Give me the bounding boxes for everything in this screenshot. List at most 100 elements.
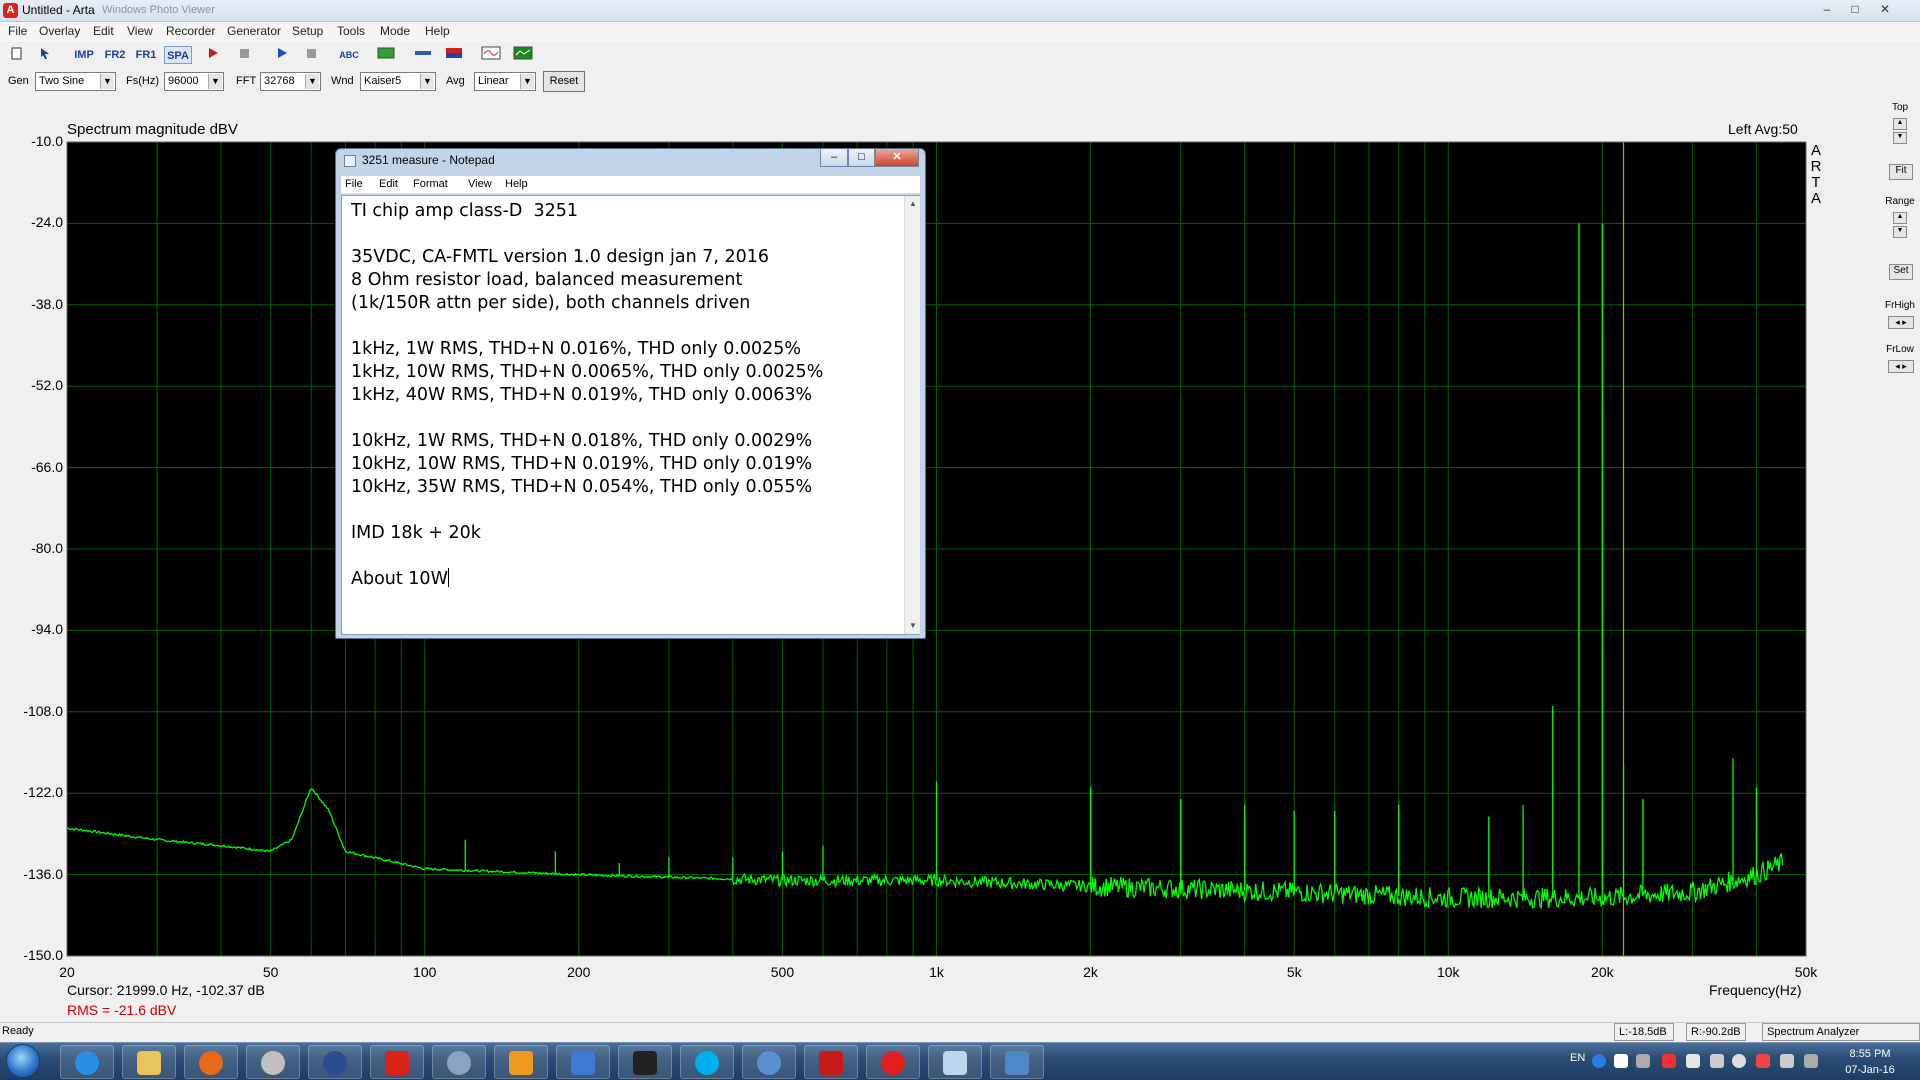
firefox-taskbar-icon[interactable] bbox=[184, 1045, 238, 1079]
minimize-button[interactable]: – bbox=[1814, 1, 1840, 18]
record-icon[interactable] bbox=[205, 46, 221, 64]
language-indicator[interactable]: EN bbox=[1570, 1052, 1585, 1064]
y-tick-label: -108.0 bbox=[23, 702, 63, 719]
tray-icon[interactable] bbox=[1710, 1054, 1724, 1068]
right-control-panel: Top ▲ ▼ Fit Range ▲ ▼ Set FrHigh ◂ ▸ FrL… bbox=[1880, 94, 1920, 1030]
volume-icon[interactable] bbox=[1780, 1054, 1794, 1068]
tool-taskbar-icon[interactable] bbox=[246, 1045, 300, 1079]
wnd-select[interactable]: Kaiser5 ▼ bbox=[360, 72, 436, 91]
notepad-close-button[interactable]: ✕ bbox=[875, 149, 919, 167]
fr2-button[interactable]: FR2 bbox=[102, 46, 128, 64]
notepad-menu-format[interactable]: Format bbox=[413, 178, 448, 190]
menu-file[interactable]: File bbox=[8, 24, 27, 38]
fft-select[interactable]: 32768 ▼ bbox=[260, 72, 321, 91]
webcam-taskbar-icon[interactable] bbox=[432, 1045, 486, 1079]
stop-icon[interactable] bbox=[303, 46, 319, 64]
arta-taskbar-icon[interactable] bbox=[370, 1045, 424, 1079]
notepad-icon bbox=[344, 155, 356, 167]
x-tick-label: 100 bbox=[413, 964, 437, 980]
status-ready: Ready bbox=[2, 1025, 34, 1037]
notepad-window[interactable]: 3251 measure - Notepad – □ ✕ File Edit F… bbox=[335, 148, 926, 639]
network-status-icon[interactable] bbox=[1804, 1054, 1818, 1068]
scroll-up-icon[interactable]: ▲ bbox=[905, 196, 921, 212]
top-down-button[interactable]: ▼ bbox=[1893, 132, 1907, 144]
ccleaner-taskbar-icon[interactable] bbox=[866, 1045, 920, 1079]
notepad-menu-edit[interactable]: Edit bbox=[379, 178, 398, 190]
start-button[interactable] bbox=[6, 1044, 40, 1078]
spectrum-icon[interactable] bbox=[512, 46, 534, 64]
range-up-button[interactable]: ▲ bbox=[1893, 212, 1907, 224]
gen-select[interactable]: Two Sine ▼ bbox=[35, 72, 116, 91]
pointer-icon[interactable] bbox=[37, 46, 53, 64]
notepad-titlebar[interactable]: 3251 measure - Notepad – □ ✕ bbox=[336, 149, 925, 171]
menu-mode[interactable]: Mode bbox=[380, 24, 410, 38]
close-button[interactable]: ✕ bbox=[1872, 1, 1898, 18]
notepad-menu-help[interactable]: Help bbox=[505, 178, 528, 190]
range-down-button[interactable]: ▼ bbox=[1893, 226, 1907, 238]
mail-taskbar-icon[interactable] bbox=[494, 1045, 548, 1079]
x-tick-label: 10k bbox=[1436, 964, 1460, 980]
wnd-value: Kaiser5 bbox=[364, 75, 402, 87]
new-icon[interactable] bbox=[9, 46, 25, 64]
menu-edit[interactable]: Edit bbox=[93, 24, 114, 38]
menu-view[interactable]: View bbox=[127, 24, 153, 38]
fs-select[interactable]: 96000 ▼ bbox=[164, 72, 224, 91]
fr1-button[interactable]: FR1 bbox=[133, 46, 159, 64]
stop-record-icon[interactable] bbox=[236, 46, 252, 64]
spa-button[interactable]: SPA bbox=[164, 46, 192, 64]
rms-readout: RMS = -21.6 dBV bbox=[67, 1002, 177, 1018]
explorer-taskbar-icon[interactable] bbox=[122, 1045, 176, 1079]
notepad-menu-view[interactable]: View bbox=[468, 178, 492, 190]
scroll-down-icon[interactable]: ▼ bbox=[905, 618, 921, 634]
clock-time[interactable]: 8:55 PM bbox=[1842, 1048, 1898, 1060]
notepad-taskbar-icon[interactable] bbox=[928, 1045, 982, 1079]
menu-help[interactable]: Help bbox=[425, 24, 450, 38]
lock-taskbar-icon[interactable] bbox=[308, 1045, 362, 1079]
notepad-maximize-button[interactable]: □ bbox=[848, 149, 875, 167]
tray-icon[interactable] bbox=[1756, 1054, 1770, 1068]
imp-button[interactable]: IMP bbox=[71, 46, 97, 64]
reset-button[interactable]: Reset bbox=[543, 71, 585, 92]
tray-icon[interactable] bbox=[1662, 1054, 1676, 1068]
play-icon[interactable] bbox=[274, 46, 290, 64]
notepad-text-area[interactable]: TI chip amp class-D 3251 35VDC, CA-FMTL … bbox=[341, 195, 920, 635]
notepad-minimize-button[interactable]: – bbox=[820, 149, 848, 167]
fit-button[interactable]: Fit bbox=[1889, 164, 1913, 180]
spectrum-chart[interactable] bbox=[0, 94, 1880, 1030]
skype-taskbar-icon[interactable] bbox=[680, 1045, 734, 1079]
pdf-taskbar-icon[interactable] bbox=[804, 1045, 858, 1079]
top-up-button[interactable]: ▲ bbox=[1893, 118, 1907, 130]
tray-icon[interactable] bbox=[1686, 1054, 1700, 1068]
filter-icon[interactable] bbox=[376, 46, 396, 64]
maximize-button[interactable]: □ bbox=[1842, 1, 1868, 18]
chevron-down-icon: ▼ bbox=[208, 74, 222, 89]
flag-icon[interactable] bbox=[444, 46, 464, 64]
frhigh-label: FrHigh bbox=[1884, 300, 1915, 311]
qp-taskbar-icon[interactable] bbox=[556, 1045, 610, 1079]
frhigh-stepper[interactable]: ◂ ▸ bbox=[1888, 316, 1914, 329]
tray-icon[interactable] bbox=[1614, 1054, 1628, 1068]
qb-taskbar-icon[interactable] bbox=[742, 1045, 796, 1079]
avg-select[interactable]: Linear ▼ bbox=[474, 72, 536, 91]
set-button[interactable]: Set bbox=[1889, 264, 1913, 280]
clock-date[interactable]: 07-Jan-16 bbox=[1842, 1064, 1898, 1076]
y-tick-label: -122.0 bbox=[23, 784, 63, 801]
ie-taskbar-icon[interactable] bbox=[60, 1045, 114, 1079]
menu-generator[interactable]: Generator bbox=[227, 24, 281, 38]
menu-recorder[interactable]: Recorder bbox=[166, 24, 215, 38]
menu-setup[interactable]: Setup bbox=[292, 24, 323, 38]
abc-button[interactable]: ABC bbox=[337, 46, 361, 64]
scope-icon[interactable] bbox=[480, 46, 502, 64]
window-titlebar: A Untitled - Arta Windows Photo Viewer –… bbox=[0, 0, 1920, 22]
network-icon[interactable] bbox=[1732, 1054, 1746, 1068]
notepad-vertical-scrollbar[interactable]: ▲ ▼ bbox=[904, 196, 920, 634]
help-tray-icon[interactable] bbox=[1592, 1054, 1606, 1068]
frlow-stepper[interactable]: ◂ ▸ bbox=[1888, 360, 1914, 373]
tray-icon[interactable] bbox=[1636, 1054, 1650, 1068]
menu-tools[interactable]: Tools bbox=[337, 24, 365, 38]
connector-icon[interactable] bbox=[413, 46, 433, 64]
photo-viewer-taskbar-icon[interactable] bbox=[990, 1045, 1044, 1079]
video-taskbar-icon[interactable] bbox=[618, 1045, 672, 1079]
menu-overlay[interactable]: Overlay bbox=[39, 24, 80, 38]
notepad-menu-file[interactable]: File bbox=[345, 178, 363, 190]
